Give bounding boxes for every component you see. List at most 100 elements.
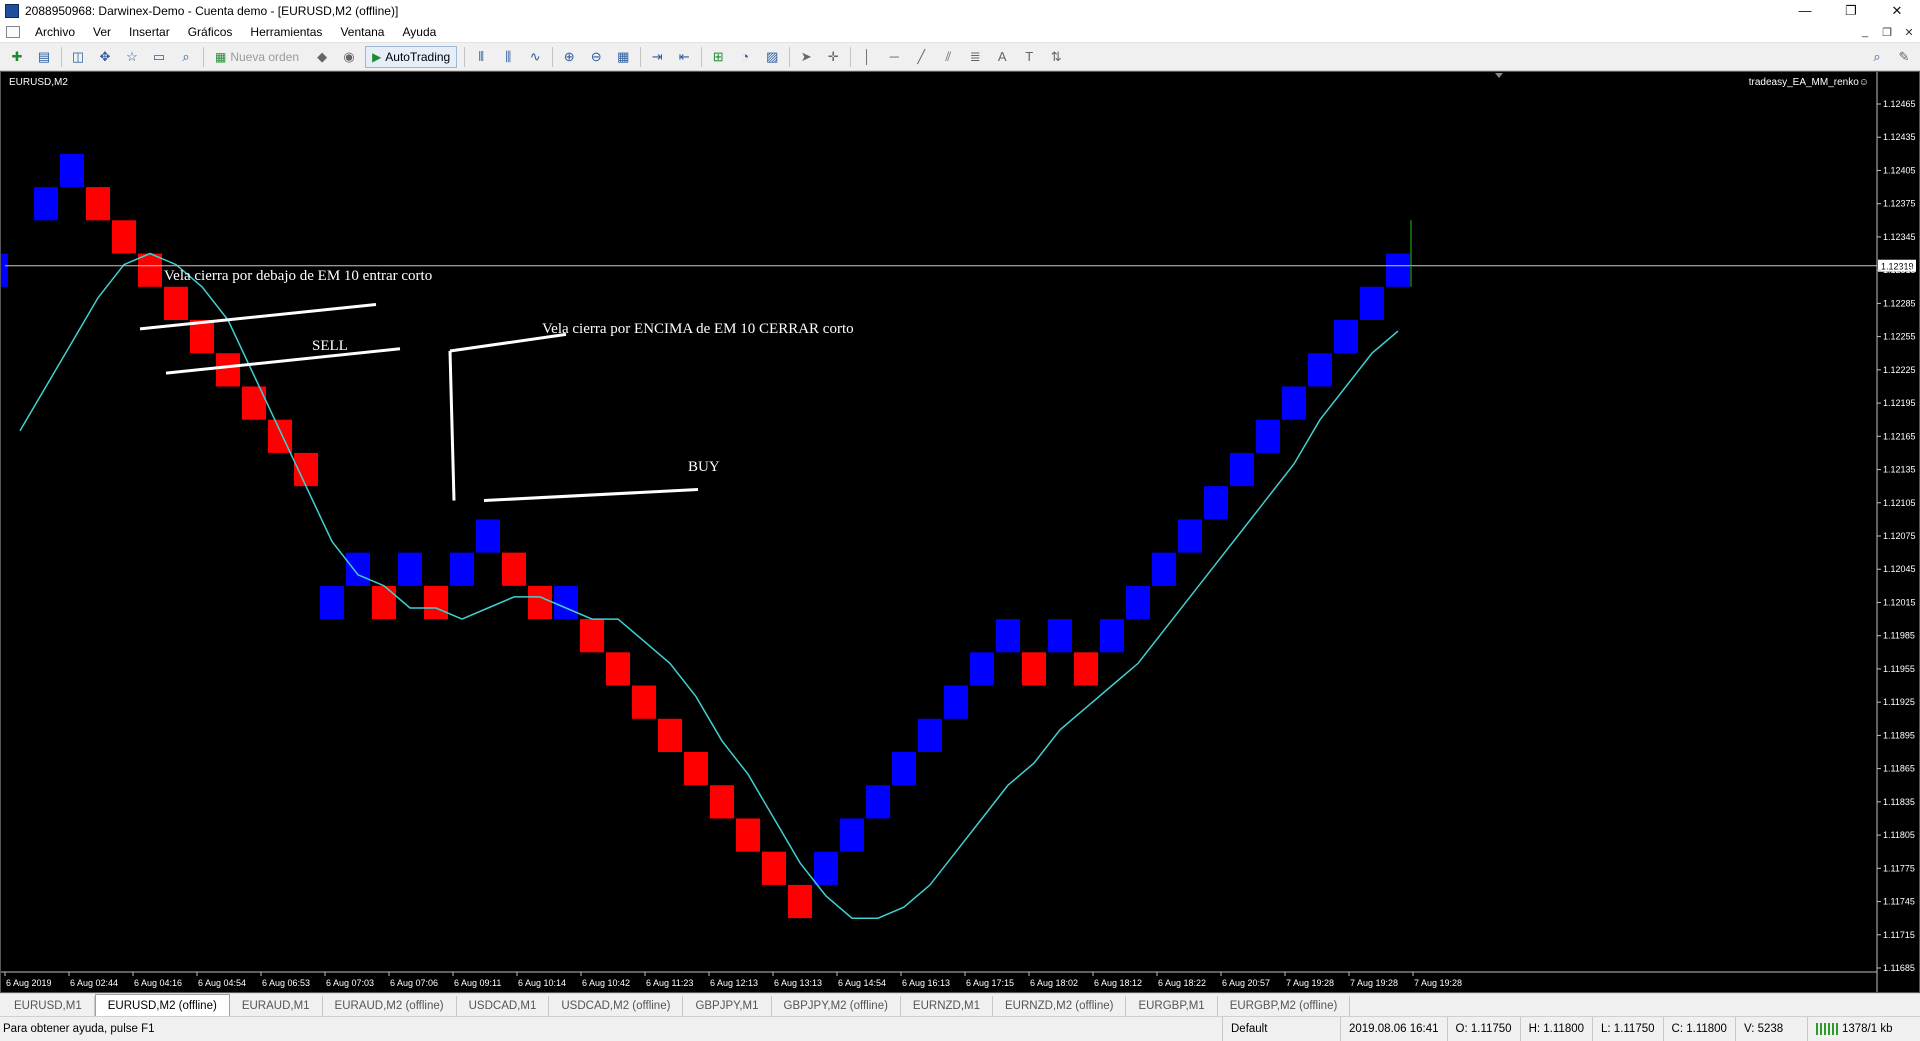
renko-chart[interactable]: 1.123191.124651.124351.124051.123751.123… (1, 72, 1919, 992)
time-tick-label: 6 Aug 20:57 (1222, 978, 1270, 988)
new-chart-icon[interactable]: ✚ (6, 46, 28, 68)
cursor-icon[interactable]: ➤ (795, 46, 817, 68)
zoom-out-icon[interactable]: ⊖ (585, 46, 607, 68)
chart-window[interactable]: 1.12319 1.12465 1.12435 1.12405 1.12375 1.123… (0, 71, 1920, 993)
chat-icon[interactable]: ✎ (1893, 46, 1915, 68)
menu-ver[interactable]: Ver (84, 22, 120, 43)
horizontal-line-icon[interactable]: ─ (883, 46, 905, 68)
price-tick-label: 1.12285 (1883, 298, 1916, 308)
terminal-icon[interactable]: ▭ (148, 46, 170, 68)
toolbar-separator (701, 46, 703, 67)
zoom-in-icon[interactable]: ⊕ (558, 46, 580, 68)
templates-icon[interactable]: ▨ (761, 46, 783, 68)
autotrading-button[interactable]: ▶ AutoTrading (365, 45, 458, 68)
chart-shift-icon[interactable]: ⇤ (673, 46, 695, 68)
bullish-brick (1152, 552, 1176, 586)
profiles-icon[interactable]: ▤ (33, 46, 55, 68)
menu-graficos[interactable]: Gráficos (179, 22, 242, 43)
time-tick-label: 6 Aug 06:53 (262, 978, 310, 988)
price-tick-label: 1.12345 (1883, 232, 1916, 242)
tab-usdcad-m2-offline[interactable]: USDCAD,M2 (offline) (549, 996, 684, 1016)
menu-ventana[interactable]: Ventana (331, 22, 393, 43)
new-order-icon: ▦ (215, 49, 227, 64)
tile-windows-icon[interactable]: ▦ (612, 46, 634, 68)
signals-icon[interactable]: ◉ (338, 46, 360, 68)
sell-entry-annotation: Vela cierra por debajo de EM 10 entrar c… (164, 268, 433, 284)
data-window-icon[interactable]: ✥ (94, 46, 116, 68)
tab-eurusd-m1[interactable]: EURUSD,M1 (2, 996, 95, 1016)
periods-icon[interactable]: ◔ (734, 46, 756, 68)
equidistant-channel-icon[interactable]: ⫽ (937, 46, 959, 68)
strategy-tester-icon[interactable]: ⌕ (175, 46, 197, 68)
status-open: O: 1.11750 (1446, 1016, 1520, 1041)
tab-eurgbp-m2-offline[interactable]: EURGBP,M2 (offline) (1218, 996, 1351, 1016)
new-order-button[interactable]: ▦ Nueva orden (209, 46, 305, 68)
status-close: C: 1.11800 (1662, 1016, 1735, 1041)
bearish-brick (684, 752, 708, 786)
text-icon[interactable]: A (991, 46, 1013, 68)
status-datetime: 2019.08.06 16:41 (1340, 1016, 1447, 1041)
line-chart-icon[interactable]: ∿ (524, 46, 546, 68)
menu-insertar[interactable]: Insertar (120, 22, 179, 43)
bullish-brick (320, 585, 344, 620)
arrows-icon[interactable]: ⇅ (1045, 46, 1067, 68)
mdi-restore-button[interactable]: ❐ (1876, 26, 1898, 39)
bullish-brick (1204, 486, 1228, 520)
text-label-icon[interactable]: T (1018, 46, 1040, 68)
bullish-brick (918, 718, 942, 752)
tab-usdcad-m1[interactable]: USDCAD,M1 (457, 996, 550, 1016)
tab-eurusd-m2-offline[interactable]: EURUSD,M2 (offline) (94, 994, 230, 1016)
bearish-brick (788, 884, 812, 919)
market-watch-icon[interactable]: ◫ (67, 46, 89, 68)
close-short-annotation: Vela cierra por ENCIMA de EM 10 CERRAR c… (542, 321, 854, 337)
toolbar: ✚ ▤ ◫ ✥ ☆ ▭ ⌕ ▦ Nueva orden ◆ ◉ ▶ AutoTrad… (0, 43, 1920, 71)
candlestick-icon[interactable]: ⫼ (497, 46, 519, 68)
time-tick-label: 6 Aug 10:42 (582, 978, 630, 988)
bullish-brick (398, 552, 422, 586)
tab-gbpjpy-m1[interactable]: GBPJPY,M1 (683, 996, 772, 1016)
trendline-icon[interactable]: ╱ (910, 46, 932, 68)
status-connection[interactable]: 1378/1 kb (1806, 1016, 1901, 1041)
menu-ayuda[interactable]: Ayuda (393, 22, 445, 43)
buy-annotation: BUY (688, 459, 720, 475)
fibonacci-icon[interactable]: ≣ (964, 46, 986, 68)
menu-archivo[interactable]: Archivo (26, 22, 84, 43)
tab-euraud-m1[interactable]: EURAUD,M1 (230, 996, 323, 1016)
tab-eurnzd-m2-offline[interactable]: EURNZD,M2 (offline) (993, 996, 1127, 1016)
autoscroll-icon[interactable]: ⇥ (646, 46, 668, 68)
connection-bars-icon (1815, 1022, 1838, 1035)
menu-herramientas[interactable]: Herramientas (241, 22, 331, 43)
bullish-brick (1100, 619, 1124, 653)
mdi-close-button[interactable]: ✕ (1898, 26, 1920, 39)
bearish-brick (710, 785, 734, 819)
bullish-brick (1334, 320, 1358, 354)
bar-chart-icon[interactable]: ⫴ (470, 46, 492, 68)
sell-annotation: SELL (312, 338, 348, 354)
time-tick-label: 6 Aug 07:06 (390, 978, 438, 988)
close-button[interactable]: ✕ (1874, 0, 1920, 22)
restore-button[interactable]: ❐ (1828, 0, 1874, 22)
tab-gbpjpy-m2-offline[interactable]: GBPJPY,M2 (offline) (772, 996, 901, 1016)
price-tick-label: 1.12375 (1883, 199, 1916, 209)
metaeditor-icon[interactable]: ◆ (311, 46, 333, 68)
indicators-icon[interactable]: ⊞ (707, 46, 729, 68)
mdi-minimize-button[interactable]: _ (1854, 26, 1876, 39)
vertical-line-icon[interactable]: │ (856, 46, 878, 68)
tab-eurnzd-m1[interactable]: EURNZD,M1 (901, 996, 994, 1016)
bearish-brick (1022, 652, 1046, 686)
tab-euraud-m2-offline[interactable]: EURAUD,M2 (offline) (323, 996, 457, 1016)
connection-traffic: 1378/1 kb (1841, 1022, 1893, 1035)
time-tick-label: 7 Aug 19:28 (1414, 978, 1462, 988)
time-tick-label: 6 Aug 04:16 (134, 978, 182, 988)
document-icon[interactable] (6, 26, 20, 38)
navigator-icon[interactable]: ☆ (121, 46, 143, 68)
toolbar-separator (203, 46, 204, 67)
status-profile[interactable]: Default (1222, 1016, 1340, 1041)
tab-eurgbp-m1[interactable]: EURGBP,M1 (1126, 996, 1218, 1016)
time-tick-label: 6 Aug 18:02 (1030, 978, 1078, 988)
time-tick-label: 6 Aug 10:14 (518, 978, 566, 988)
price-tick-label: 1.11745 (1883, 897, 1915, 907)
minimize-button[interactable]: — (1782, 0, 1828, 22)
crosshair-icon[interactable]: ✛ (822, 46, 844, 68)
search-icon[interactable]: ⌕ (1866, 46, 1888, 68)
